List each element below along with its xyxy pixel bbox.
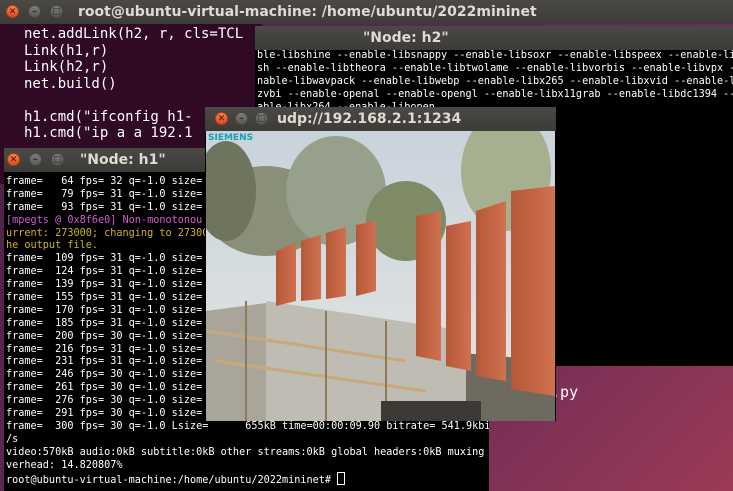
video-titlebar[interactable]: ✕ – □ udp://192.168.2.1:1234 (205, 107, 556, 131)
code-line: net.addLink(h2, r, cls=TCL (24, 26, 244, 42)
minimize-button[interactable]: – (235, 112, 248, 125)
terminal-line: frame= 300 fps= 30 q=-1.0 Lsize= 655kB t… (6, 420, 489, 432)
maximize-button[interactable]: □ (50, 5, 63, 18)
close-button[interactable]: ✕ (7, 153, 20, 166)
main-window-title: root@ubuntu-virtual-machine: /home/ubunt… (78, 4, 537, 20)
minimize-button[interactable]: – (29, 153, 42, 166)
code-line: net.build() (24, 75, 117, 92)
maximize-button[interactable]: □ (51, 153, 64, 166)
terminal-line: zvbi --enable-openal --enable-opengl --e… (257, 88, 733, 100)
node-h1-title: "Node: h1" (80, 152, 166, 168)
video-player-window: ✕ – □ udp://192.168.2.1:1234 SIEMENS (205, 107, 556, 421)
minimize-button[interactable]: – (28, 5, 41, 18)
terminal-line: root@ubuntu-virtual-machine:/home/ubuntu… (6, 472, 489, 486)
code-line: Link(h1,r) (24, 42, 109, 59)
code-line: Link(h2,r) (24, 59, 109, 75)
close-button[interactable]: ✕ (215, 112, 228, 125)
maximize-button[interactable]: □ (255, 112, 268, 125)
terminal-line: sh --enable-libtheora --enable-libtwolam… (257, 62, 733, 74)
terminal-line: /s (6, 433, 19, 445)
terminal-line: video:570kB audio:0kB subtitle:0kB other… (6, 446, 489, 458)
terminal-line: ble-libshine --enable-libsnappy --enable… (257, 50, 733, 61)
node-h2-title: "Node: h2" (363, 30, 449, 46)
video-title: udp://192.168.2.1:1234 (277, 111, 462, 127)
main-window-titlebar[interactable]: ✕ – □ root@ubuntu-virtual-machine: /home… (0, 0, 733, 24)
close-button[interactable]: ✕ (6, 5, 19, 18)
terminal-line: nable-libwavpack --enable-libwebp --enab… (257, 75, 733, 87)
terminal-line: verhead: 14.820807% (6, 459, 123, 471)
terminal-cursor (337, 472, 346, 486)
siemens-logo: SIEMENS (208, 133, 253, 143)
node-h2-titlebar[interactable]: "Node: h2" (255, 26, 733, 50)
video-frame: SIEMENS (206, 131, 555, 421)
